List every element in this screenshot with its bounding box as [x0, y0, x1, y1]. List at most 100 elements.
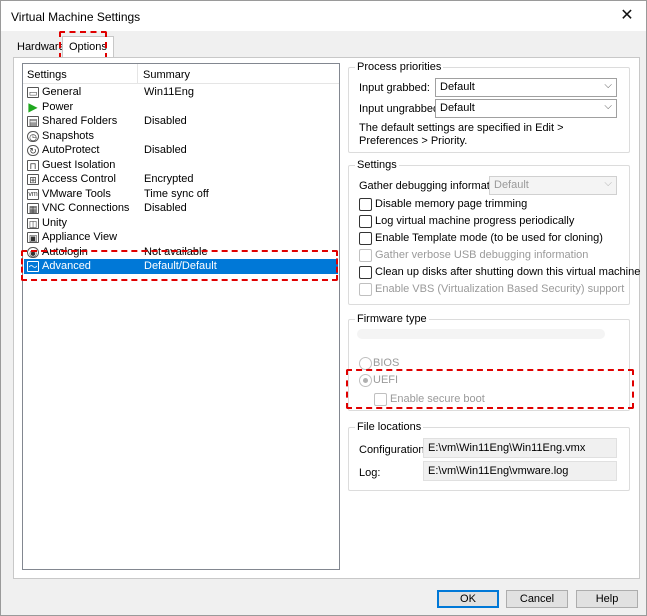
- checkbox-box[interactable]: [359, 283, 372, 296]
- autologin-icon: ◉: [27, 246, 39, 258]
- checkbox-box[interactable]: [374, 393, 387, 406]
- checkbox-label: Enable VBS (Virtualization Based Securit…: [375, 283, 625, 295]
- checkbox-label: Enable secure boot: [390, 393, 485, 405]
- checkbox-box[interactable]: [359, 215, 372, 228]
- list-item-unity[interactable]: ◫ Unity: [24, 216, 338, 231]
- file-locations-title: File locations: [355, 421, 424, 433]
- power-icon: ▶: [28, 99, 38, 114]
- list-item-general[interactable]: ▭ General Win11Eng: [24, 85, 338, 100]
- list-item-label: VMware Tools: [42, 187, 111, 200]
- list-item-summary: Win11Eng: [144, 86, 194, 98]
- input-ungrabbed-value: Default: [440, 102, 475, 114]
- input-grabbed-value: Default: [440, 81, 475, 93]
- list-item-summary: Disabled: [144, 202, 187, 214]
- checkbox-label: Disable memory page trimming: [375, 198, 528, 210]
- list-item-label: Advanced: [42, 260, 91, 272]
- list-item-label: Guest Isolation: [42, 158, 116, 171]
- checkbox-label: Log virtual machine progress periodicall…: [375, 215, 575, 227]
- tab-hardware[interactable]: Hardware: [13, 38, 69, 57]
- list-item-power[interactable]: ▶ Power: [24, 100, 338, 115]
- list-item-appliance-view[interactable]: ▣ Appliance View: [24, 230, 338, 245]
- list-item-label: VNC Connections: [42, 202, 130, 214]
- log-label: Log:: [359, 467, 381, 479]
- list-header: Settings Summary: [23, 64, 339, 84]
- checkbox-box[interactable]: [359, 232, 372, 245]
- list-item-label: Unity: [42, 216, 68, 229]
- shared-folders-icon: ▤: [27, 116, 39, 127]
- radio-label: UEFI: [373, 374, 399, 386]
- help-button[interactable]: Help: [576, 590, 638, 608]
- list-item-vnc-connections[interactable]: ▦ VNC Connections Disabled: [24, 201, 338, 216]
- list-item-label: Power: [42, 100, 74, 113]
- title-bar: Virtual Machine Settings ✕: [1, 1, 646, 31]
- obscured-area: [357, 329, 605, 339]
- list-item-snapshots[interactable]: ◷ Snapshots: [24, 129, 338, 144]
- process-priorities-title: Process priorities: [355, 61, 444, 73]
- debug-info-value: Default: [494, 179, 529, 191]
- access-control-icon: ⊞: [27, 174, 39, 185]
- list-item-shared-folders[interactable]: ▤ Shared Folders Disabled: [24, 114, 338, 129]
- list-item-autoprotect[interactable]: ↻ AutoProtect Disabled: [24, 143, 338, 158]
- vmware-tools-icon: vm: [27, 188, 39, 200]
- list-item-label: Shared Folders: [42, 115, 118, 127]
- settings-title: Settings: [355, 159, 399, 171]
- list-item-vmware-tools[interactable]: vm VMware Tools Time sync off: [24, 187, 338, 202]
- settings-list[interactable]: Settings Summary ▭ General Win11Eng ▶ Po…: [22, 63, 340, 570]
- lock-icon: ⊓: [27, 159, 39, 171]
- ok-button[interactable]: OK: [437, 590, 499, 608]
- radio-label: BIOS: [373, 357, 400, 369]
- list-item-label: AutoProtect: [42, 144, 100, 156]
- checkbox-label: Gather verbose USB debugging information: [375, 249, 589, 261]
- tab-options[interactable]: Options: [62, 36, 114, 58]
- chevron-down-icon: ⌵: [604, 80, 612, 91]
- close-icon[interactable]: ✕: [616, 5, 638, 27]
- list-item-autologin[interactable]: ◉ Autologin Not available: [24, 245, 338, 260]
- list-item-summary: Default/Default: [144, 260, 217, 272]
- input-ungrabbed-label: Input ungrabbed:: [359, 103, 443, 115]
- radio-button[interactable]: [359, 357, 372, 370]
- input-grabbed-select[interactable]: Default ⌵: [435, 78, 617, 97]
- unity-icon: ◫: [27, 217, 39, 229]
- checkbox-box[interactable]: [359, 266, 372, 279]
- list-item-access-control[interactable]: ⊞ Access Control Encrypted: [24, 172, 338, 187]
- list-item-label: Access Control: [42, 173, 116, 185]
- list-item-summary: Disabled: [144, 115, 187, 127]
- list-item-summary: Encrypted: [144, 173, 194, 185]
- list-item-guest-isolation[interactable]: ⊓ Guest Isolation: [24, 158, 338, 173]
- list-item-summary: Not available: [144, 245, 208, 258]
- appliance-icon: ▣: [27, 232, 39, 243]
- file-locations-group: File locations: [348, 421, 630, 491]
- snapshots-icon: ◷: [27, 130, 39, 142]
- column-separator: [137, 64, 138, 84]
- list-item-summary: Time sync off: [144, 187, 209, 200]
- list-item-advanced[interactable]: 〜 Advanced Default/Default: [24, 259, 338, 274]
- list-item-summary: Disabled: [144, 144, 187, 156]
- advanced-icon: 〜: [27, 261, 39, 272]
- input-ungrabbed-select[interactable]: Default ⌵: [435, 99, 617, 118]
- debug-info-label: Gather debugging information:: [359, 180, 508, 192]
- configuration-path-field[interactable]: E:\vm\Win11Eng\Win11Eng.vmx: [423, 438, 617, 458]
- list-item-label: General: [42, 86, 82, 98]
- vnc-icon: ▦: [27, 203, 39, 214]
- configuration-label: Configuration:: [359, 444, 428, 456]
- cancel-button[interactable]: Cancel: [506, 590, 568, 608]
- checkbox-label: Clean up disks after shutting down this …: [375, 266, 641, 278]
- checkbox-box[interactable]: [359, 198, 372, 211]
- checkbox-label: Enable Template mode (to be used for clo…: [375, 232, 603, 244]
- list-item-label: Appliance View: [42, 231, 118, 243]
- column-settings[interactable]: Settings: [27, 69, 67, 81]
- checkbox-box[interactable]: [359, 249, 372, 262]
- list-item-label: Snapshots: [42, 129, 94, 142]
- debug-info-select[interactable]: Default ⌵: [489, 176, 617, 195]
- list-item-label: Autologin: [42, 245, 88, 258]
- window-title: Virtual Machine Settings: [11, 10, 141, 24]
- column-summary[interactable]: Summary: [143, 69, 190, 81]
- chevron-down-icon: ⌵: [604, 101, 612, 112]
- log-path-field[interactable]: E:\vm\Win11Eng\vmware.log: [423, 461, 617, 481]
- vm-settings-dialog: Virtual Machine Settings ✕ Hardware Opti…: [0, 0, 647, 616]
- monitor-icon: ▭: [27, 87, 39, 98]
- input-grabbed-label: Input grabbed:: [359, 82, 430, 94]
- priority-note: The default settings are specified in Ed…: [359, 122, 564, 147]
- radio-button[interactable]: [359, 374, 372, 387]
- autoprotect-icon: ↻: [27, 145, 39, 156]
